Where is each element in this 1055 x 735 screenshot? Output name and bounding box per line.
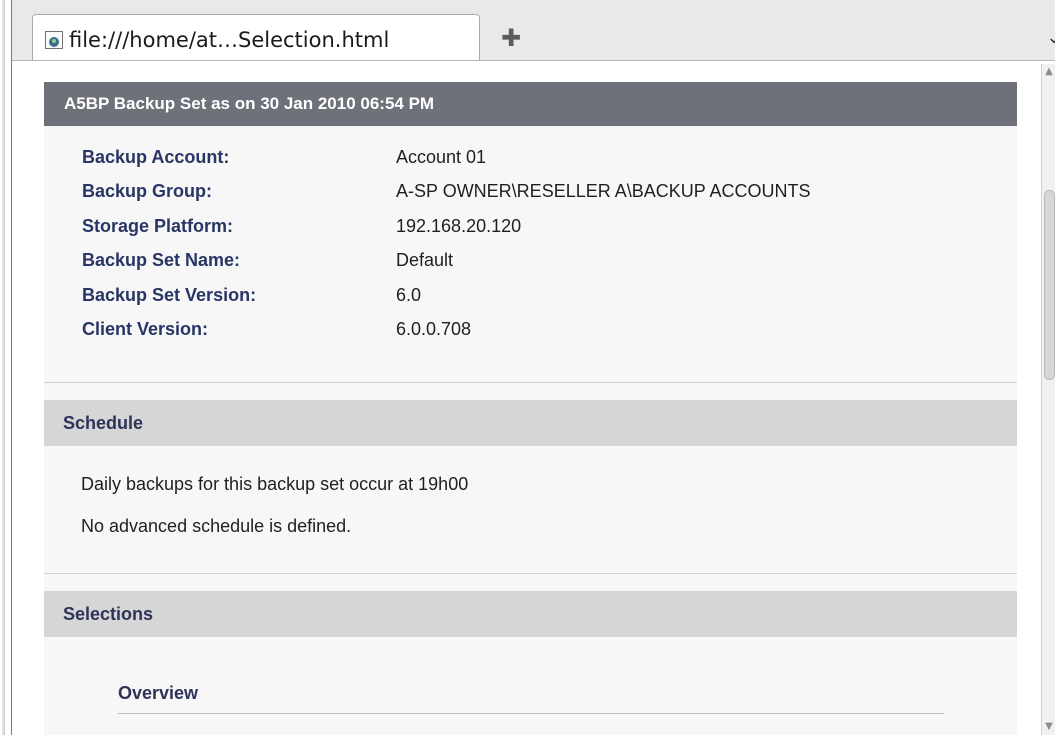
info-row-backup-set-version: Backup Set Version: 6.0 (82, 278, 1017, 313)
info-value: 192.168.20.120 (396, 215, 522, 236)
schedule-body: Daily backups for this backup set occur … (44, 446, 1017, 573)
browser-tab[interactable]: file:///home/at…Selection.html (32, 14, 480, 64)
overview-heading: Overview (118, 683, 944, 714)
report-title: A5BP Backup Set as on 30 Jan 2010 06:54 … (44, 82, 1017, 126)
tab-bar: file:///home/at…Selection.html ✚ ⌄ (12, 0, 1055, 64)
info-label: Client Version: (82, 319, 209, 340)
chevron-down-icon: ⌄ (1046, 27, 1055, 48)
info-label: Backup Account: (82, 146, 230, 167)
vertical-scrollbar[interactable]: ▲ ▼ (1041, 64, 1055, 735)
info-row-client-version: Client Version: 6.0.0.708 (82, 313, 1017, 348)
info-value: 6.0 (396, 284, 422, 305)
info-value: Default (396, 250, 454, 271)
info-row-backup-account: Backup Account: Account 01 (82, 140, 1017, 175)
schedule-advanced-text: No advanced schedule is defined. (81, 516, 352, 536)
tab-bar-separator (12, 60, 1055, 64)
report-page: A5BP Backup Set as on 30 Jan 2010 06:54 … (44, 82, 1017, 735)
window-border (0, 0, 12, 735)
info-row-backup-group: Backup Group: A-SP OWNER\RESELLER A\BACK… (82, 175, 1017, 210)
new-tab-button[interactable]: ✚ (497, 24, 525, 52)
selections-body: Overview (44, 637, 1017, 714)
info-label: Backup Group: (82, 181, 213, 202)
info-value: Account 01 (396, 146, 487, 167)
schedule-daily-text: Daily backups for this backup set occur … (81, 474, 469, 494)
info-label: Backup Set Name: (82, 250, 241, 271)
schedule-heading: Schedule (44, 400, 1017, 446)
selections-heading: Selections (44, 591, 1017, 637)
plus-icon: ✚ (500, 24, 522, 52)
info-value: A-SP OWNER\RESELLER A\BACKUP ACCOUNTS (396, 181, 811, 202)
tab-title: file:///home/at…Selection.html (69, 27, 390, 52)
scroll-thumb[interactable] (1044, 190, 1055, 380)
scroll-up-arrow-icon[interactable]: ▲ (1042, 64, 1055, 80)
tab-list-button[interactable]: ⌄ (1042, 24, 1055, 52)
scroll-down-arrow-icon[interactable]: ▼ (1042, 719, 1055, 735)
info-row-backup-set-name: Backup Set Name: Default (82, 244, 1017, 279)
backup-info-table: Backup Account: Account 01 Backup Group:… (44, 126, 1017, 382)
info-value: 6.0.0.708 (396, 319, 472, 340)
info-label: Storage Platform: (82, 215, 234, 236)
info-label: Backup Set Version: (82, 284, 257, 305)
info-row-storage-platform: Storage Platform: 192.168.20.120 (82, 209, 1017, 244)
page-icon (45, 30, 63, 49)
